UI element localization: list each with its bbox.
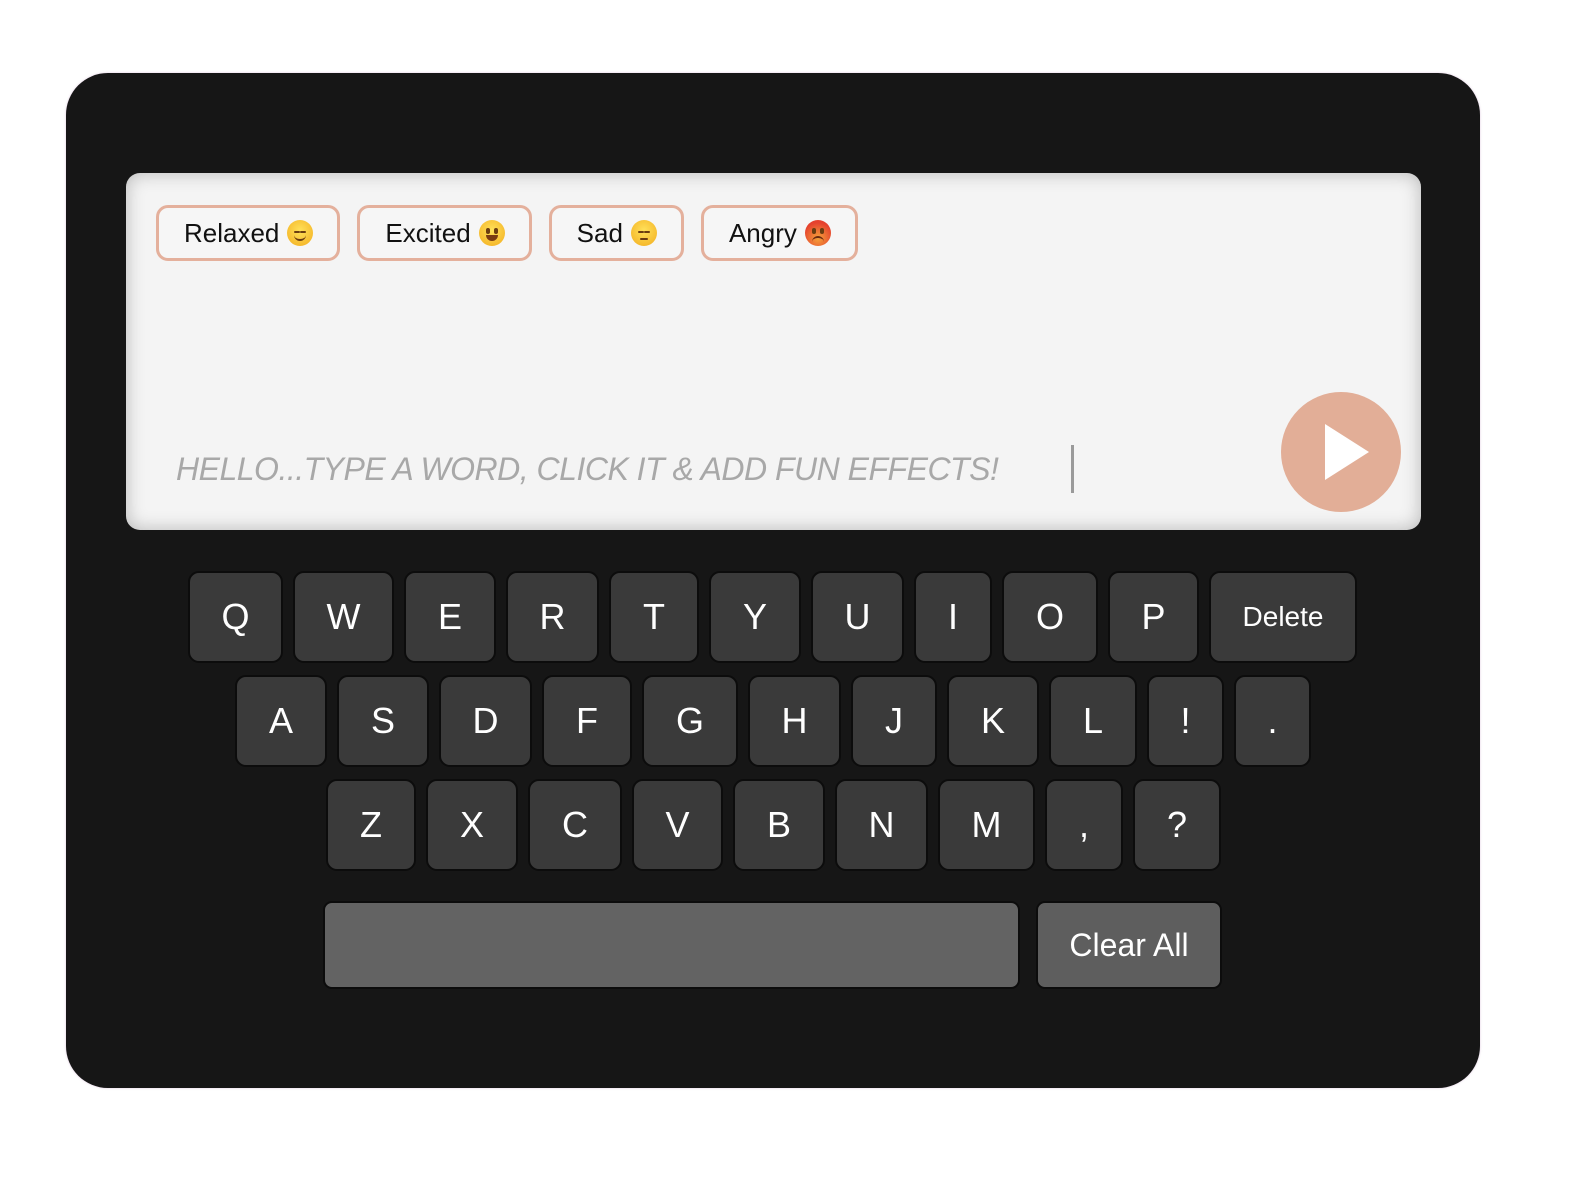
mood-buttons: Relaxed Excited Sad Angry (156, 205, 858, 261)
mood-button-angry[interactable]: Angry (700, 205, 858, 261)
key-c[interactable]: C (528, 779, 622, 871)
key-l[interactable]: L (1049, 675, 1137, 767)
key-y[interactable]: Y (709, 571, 801, 663)
text-input-placeholder[interactable]: HELLO...TYPE A WORD, CLICK IT & ADD FUN … (176, 451, 999, 488)
key-question[interactable]: ? (1133, 779, 1221, 871)
mood-label: Angry (728, 217, 797, 248)
relaxed-face-icon (287, 220, 314, 246)
mood-label: Relaxed (184, 217, 280, 248)
key-j[interactable]: J (851, 675, 937, 767)
key-q[interactable]: Q (188, 571, 283, 663)
key-period[interactable]: . (1234, 675, 1311, 767)
keyboard-device: Relaxed Excited Sad Angry HELLO...TYPE A… (66, 73, 1480, 1088)
spacebar[interactable] (323, 901, 1020, 989)
mood-button-excited[interactable]: Excited (357, 205, 532, 261)
mood-label: Sad (576, 217, 623, 248)
key-w[interactable]: W (293, 571, 394, 663)
key-h[interactable]: H (748, 675, 841, 767)
key-u[interactable]: U (811, 571, 904, 663)
clear-all-button[interactable]: Clear All (1036, 901, 1222, 989)
key-exclamation[interactable]: ! (1147, 675, 1224, 767)
key-k[interactable]: K (947, 675, 1039, 767)
key-z[interactable]: Z (326, 779, 416, 871)
key-g[interactable]: G (642, 675, 738, 767)
key-s[interactable]: S (337, 675, 429, 767)
key-d[interactable]: D (439, 675, 532, 767)
key-a[interactable]: A (235, 675, 327, 767)
mood-label: Excited (385, 217, 471, 248)
key-f[interactable]: F (542, 675, 632, 767)
key-i[interactable]: I (914, 571, 992, 663)
play-icon (1325, 424, 1369, 480)
mood-button-sad[interactable]: Sad (548, 205, 684, 261)
key-t[interactable]: T (609, 571, 699, 663)
mood-button-relaxed[interactable]: Relaxed (156, 205, 341, 261)
key-b[interactable]: B (733, 779, 825, 871)
key-x[interactable]: X (426, 779, 518, 871)
key-o[interactable]: O (1002, 571, 1098, 663)
grinning-face-icon (478, 220, 505, 246)
text-display: Relaxed Excited Sad Angry HELLO...TYPE A… (126, 173, 1421, 530)
delete-key[interactable]: Delete (1209, 571, 1357, 663)
key-e[interactable]: E (404, 571, 496, 663)
key-m[interactable]: M (938, 779, 1035, 871)
key-v[interactable]: V (632, 779, 723, 871)
key-p[interactable]: P (1108, 571, 1199, 663)
pensive-face-icon (630, 220, 657, 246)
key-comma[interactable]: , (1045, 779, 1123, 871)
key-n[interactable]: N (835, 779, 928, 871)
text-cursor (1071, 445, 1074, 493)
key-r[interactable]: R (506, 571, 599, 663)
play-button[interactable] (1281, 392, 1401, 512)
angry-face-icon (804, 220, 831, 246)
